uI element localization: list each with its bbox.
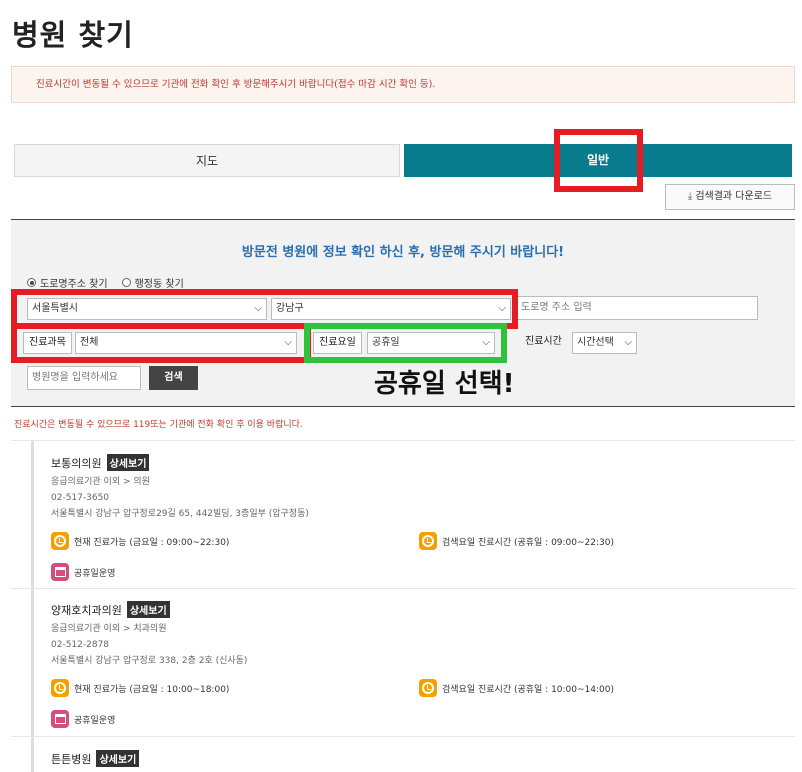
- highlight-general-tab: [554, 129, 643, 192]
- current-hours-text: 현재 진료가능 (금요일 : 10:00~18:00): [74, 684, 230, 695]
- detail-button[interactable]: 상세보기: [106, 454, 150, 471]
- tab-map[interactable]: 지도: [14, 144, 400, 177]
- current-hours: 현재 진료가능 (금요일 : 09:00~22:30): [51, 532, 229, 550]
- hospital-phone: 02-517-3650: [51, 493, 110, 503]
- holiday-badge: 공휴일운영: [51, 710, 115, 728]
- searched-hours-text: 검색요일 진료시간 (공휴일 : 09:00~22:30): [442, 537, 614, 548]
- road-address-input[interactable]: 도로명 주소 입력: [516, 296, 758, 320]
- hospital-name: 보통의의원: [51, 456, 102, 470]
- list-item: 양재호치과의원 상세보기 응급의료기관 이외 > 치과의원 02-512-287…: [51, 601, 247, 669]
- searched-hours: 검색요일 진료시간 (공휴일 : 10:00~14:00): [419, 679, 614, 697]
- detail-button[interactable]: 상세보기: [96, 750, 140, 767]
- calendar-icon: [51, 563, 69, 581]
- detail-button[interactable]: 상세보기: [126, 601, 170, 618]
- hospital-name-input[interactable]: 병원명을 입력하세요: [27, 366, 141, 390]
- hospital-address: 서울특별시 강남구 압구정로 338, 2층 2호 (신사동): [51, 656, 248, 666]
- list-divider: [11, 588, 795, 589]
- notice-banner: 진료시간이 변동될 수 있으므로 기관에 전화 확인 후 방문해주시기 바랍니다…: [11, 66, 795, 103]
- search-button[interactable]: 검색: [149, 366, 198, 390]
- list-item-bar: [31, 737, 34, 772]
- time-label: 진료시간: [525, 336, 562, 347]
- radio-admin-address[interactable]: 행정동 찾기: [121, 275, 184, 290]
- clock-icon: [419, 532, 437, 550]
- clock-icon: [419, 679, 437, 697]
- current-hours-text: 현재 진료가능 (금요일 : 09:00~22:30): [74, 537, 230, 548]
- holiday-badge: 공휴일운영: [51, 563, 115, 581]
- address-type-radios: 도로명주소 찾기 행정동 찾기: [27, 275, 184, 290]
- time-value: 시간선택: [577, 337, 614, 348]
- hospital-category: 응급의료기관 이외 > 의원: [51, 477, 150, 487]
- search-heading: 방문전 병원에 정보 확인 하신 후, 방문해 주시기 바랍니다!: [241, 245, 565, 260]
- searched-hours-text: 검색요일 진료시간 (공휴일 : 10:00~14:00): [442, 684, 614, 695]
- calendar-icon: [51, 710, 69, 728]
- radio-admin-label: 행정동 찾기: [134, 279, 184, 290]
- highlight-day-select: [304, 323, 507, 363]
- time-select[interactable]: 시간선택 ⌵: [572, 332, 637, 354]
- list-divider: [11, 736, 795, 737]
- list-item: 보통의의원 상세보기 응급의료기관 이외 > 의원 02-517-3650 서울…: [51, 454, 309, 522]
- holiday-callout: 공휴일 선택!: [374, 369, 515, 399]
- download-results-button[interactable]: ⤓ 검색결과 다운로드: [665, 184, 795, 210]
- holiday-text: 공휴일운영: [74, 568, 116, 579]
- list-item-bar: [31, 589, 34, 736]
- chevron-down-icon: ⌵: [624, 337, 632, 348]
- page-title: 병원 찾기: [12, 18, 134, 52]
- current-hours: 현재 진료가능 (금요일 : 10:00~18:00): [51, 679, 229, 697]
- radio-road-address[interactable]: 도로명주소 찾기: [27, 275, 108, 290]
- clock-icon: [51, 679, 69, 697]
- hospital-address: 서울특별시 강남구 압구정로29길 65, 442빌딩, 3층일부 (압구정동): [51, 509, 309, 519]
- download-icon: ⤓: [687, 191, 693, 202]
- hours-warning: 진료시간은 변동될 수 있으므로 119또는 기관에 전화 확인 후 이용 바랍…: [14, 420, 303, 430]
- list-divider: [11, 440, 795, 441]
- download-label: 검색결과 다운로드: [695, 191, 773, 202]
- clock-icon: [51, 532, 69, 550]
- radio-unchecked-icon: [121, 278, 131, 287]
- hospital-name: 양재호치과의원: [51, 603, 122, 617]
- list-item-bar: [31, 441, 34, 588]
- list-item: 튼튼병원 상세보기: [51, 750, 140, 770]
- searched-hours: 검색요일 진료시간 (공휴일 : 09:00~22:30): [419, 532, 614, 550]
- holiday-text: 공휴일운영: [74, 715, 116, 726]
- highlight-dept-select: [11, 323, 311, 363]
- hospital-phone: 02-512-2878: [51, 640, 110, 650]
- hospital-category: 응급의료기관 이외 > 치과의원: [51, 624, 167, 634]
- radio-checked-icon: [27, 278, 36, 287]
- hospital-name: 튼튼병원: [51, 752, 92, 766]
- radio-road-label: 도로명주소 찾기: [40, 279, 108, 290]
